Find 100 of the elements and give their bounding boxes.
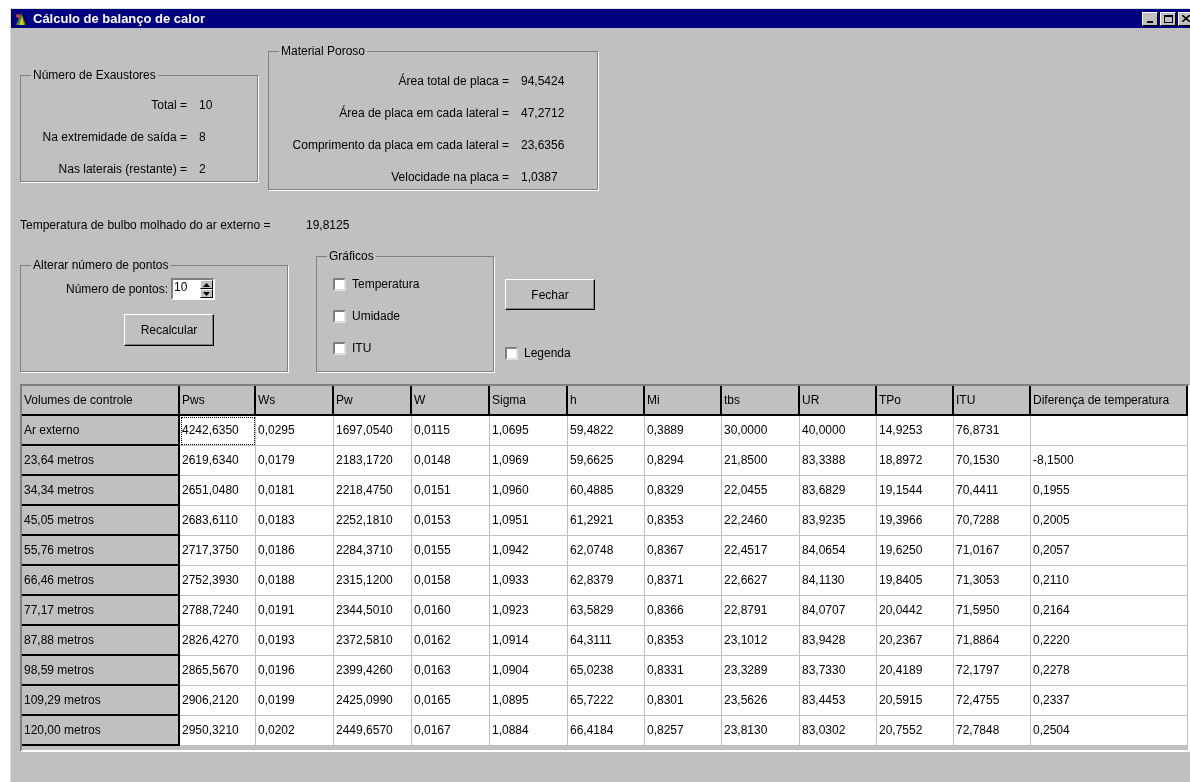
table-cell: 0,0181 [256, 476, 334, 506]
table-cell: 2425,0990 [334, 686, 412, 716]
field-label: Área total de placa = [397, 72, 509, 90]
column-header[interactable]: h [568, 386, 645, 416]
row-header[interactable]: 98,59 metros [22, 656, 180, 686]
checkbox-label: ITU [352, 340, 372, 357]
group-title: Número de Exaustores [32, 67, 157, 84]
checkbox[interactable] [333, 277, 346, 291]
table-cell: 0,2164 [1031, 596, 1188, 626]
table-cell: 63,5829 [568, 596, 645, 626]
table-cell: 83,9428 [800, 626, 877, 656]
table-cell: 0,8367 [645, 536, 722, 566]
table-cell: 21,8500 [722, 446, 800, 476]
table-cell: 23,3289 [722, 656, 800, 686]
column-header[interactable]: ITU [954, 386, 1031, 416]
field-label: Velocidade na placa = [390, 169, 509, 186]
table-cell: 20,0442 [877, 596, 954, 626]
column-header[interactable]: Mi [645, 386, 722, 416]
row-header[interactable]: 34,34 metros [22, 476, 180, 506]
table-cell: 1,0904 [490, 656, 568, 686]
table-cell: 71,0167 [954, 536, 1031, 566]
table-cell: 0,8331 [645, 656, 722, 686]
table-cell: 1,0951 [490, 506, 568, 536]
column-header[interactable]: Pws [180, 386, 256, 416]
close-icon [1182, 15, 1190, 22]
table-cell: 20,7552 [877, 716, 954, 746]
group-title: Gráficos [328, 248, 375, 265]
table-cell: 0,0162 [412, 626, 490, 656]
table-cell: 2344,5010 [334, 596, 412, 626]
close-button[interactable]: Fechar [505, 279, 595, 310]
row-header[interactable]: 23,64 metros [22, 446, 180, 476]
row-header[interactable]: 120,00 metros [22, 716, 180, 746]
table-cell: 30,0000 [722, 416, 800, 446]
table-cell: 83,7330 [800, 656, 877, 686]
table-cell: 70,1530 [954, 446, 1031, 476]
table-cell: -8,1500 [1031, 446, 1188, 476]
table-cell: 0,0148 [412, 446, 490, 476]
table-cell: 84,0707 [800, 596, 877, 626]
wet-bulb-label: Temperatura de bulbo molhado do ar externo = [20, 217, 272, 232]
table-cell: 0,0199 [256, 686, 334, 716]
checkbox[interactable] [333, 309, 346, 323]
table-cell: 1,0695 [490, 416, 568, 446]
maximize-button[interactable] [1160, 11, 1176, 26]
row-header[interactable]: 87,88 metros [22, 626, 180, 656]
table-cell: 0,0163 [412, 656, 490, 686]
field-label: Na extremidade de saída = [41, 129, 187, 146]
close-button[interactable] [1178, 11, 1190, 26]
row-header[interactable]: 66,46 metros [22, 566, 180, 596]
table-cell: 84,1130 [800, 566, 877, 596]
table-cell: 0,1955 [1031, 476, 1188, 506]
table-cell: 2252,1810 [334, 506, 412, 536]
table-cell: 2218,4750 [334, 476, 412, 506]
table-cell: 0,0153 [412, 506, 490, 536]
column-header[interactable]: W [412, 386, 490, 416]
row-header[interactable]: 45,05 metros [22, 506, 180, 536]
checkbox[interactable] [505, 346, 518, 360]
field-value: 8 [199, 129, 207, 146]
column-header[interactable]: Volumes de controle [22, 386, 180, 416]
table-cell: 2950,3210 [180, 716, 256, 746]
table-cell: 0,2278 [1031, 656, 1188, 686]
table-cell: 23,8130 [722, 716, 800, 746]
table-cell: 0,8329 [645, 476, 722, 506]
minimize-button[interactable] [1142, 11, 1158, 26]
table-cell: 14,9253 [877, 416, 954, 446]
spin-up-icon[interactable] [200, 280, 214, 289]
wet-bulb-value: 19,8125 [306, 217, 350, 232]
window-title: Cálculo de balanço de calor [33, 9, 206, 28]
column-header[interactable]: UR [800, 386, 877, 416]
table-cell: 61,2921 [568, 506, 645, 536]
recalculate-button[interactable]: Recalcular [124, 314, 214, 346]
table-cell: 60,4885 [568, 476, 645, 506]
table-cell: 2752,3930 [180, 566, 256, 596]
table-cell: 83,6829 [800, 476, 877, 506]
checkbox[interactable] [333, 341, 346, 355]
table-cell: 1,0895 [490, 686, 568, 716]
field-value: 10 [199, 97, 214, 114]
table-cell: 23,1012 [722, 626, 800, 656]
row-header[interactable]: 77,17 metros [22, 596, 180, 626]
table-cell: 0,0188 [256, 566, 334, 596]
table-cell: 19,3966 [877, 506, 954, 536]
column-header[interactable]: Ws [256, 386, 334, 416]
table-cell: 0,8353 [645, 626, 722, 656]
table-cell: 72,7848 [954, 716, 1031, 746]
row-header[interactable]: 55,76 metros [22, 536, 180, 566]
table-cell: 18,8972 [877, 446, 954, 476]
spin-down-icon[interactable] [200, 289, 214, 298]
table-cell: 1,0969 [490, 446, 568, 476]
column-header[interactable]: Diferença de temperatura [1031, 386, 1188, 416]
row-header[interactable]: Ar externo [22, 416, 180, 446]
column-header[interactable]: TPo [877, 386, 954, 416]
column-header[interactable]: tbs [722, 386, 800, 416]
table-cell: 2651,0480 [180, 476, 256, 506]
spin-box[interactable]: 10 [171, 278, 216, 300]
column-header[interactable]: Pw [334, 386, 412, 416]
table-cell: 71,8864 [954, 626, 1031, 656]
points-label: Número de pontos: [66, 281, 169, 298]
table-cell: 0,8301 [645, 686, 722, 716]
checkbox-label: Temperatura [352, 276, 420, 293]
row-header[interactable]: 109,29 metros [22, 686, 180, 716]
column-header[interactable]: Sigma [490, 386, 568, 416]
